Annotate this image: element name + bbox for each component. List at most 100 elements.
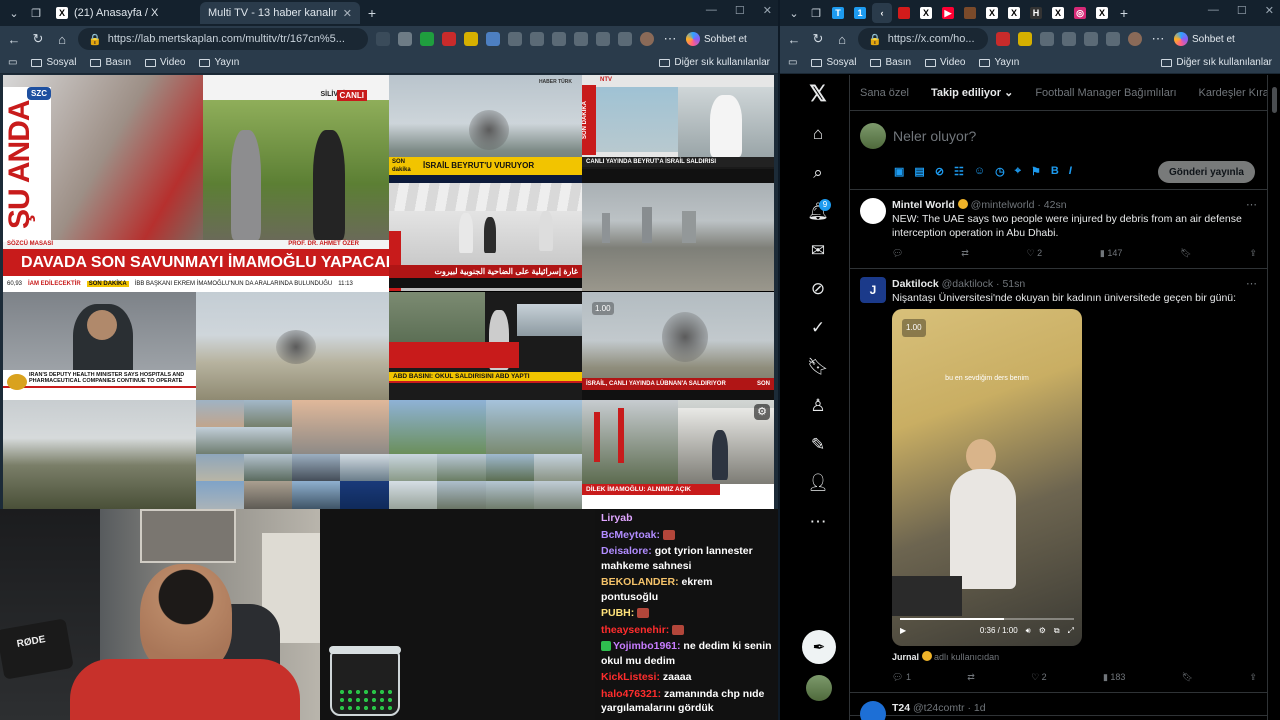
bookmark-folder[interactable]: Video [925,57,965,68]
tab[interactable]: X [1048,3,1068,23]
tweet[interactable]: T24 @t24comtr · 1d [850,693,1267,720]
tab[interactable] [960,3,980,23]
split-screen-icon[interactable] [1062,32,1076,46]
favorites-icon[interactable] [552,32,566,46]
author-handle[interactable]: @mintelworld [971,199,1035,211]
collections-icon[interactable] [1106,32,1120,46]
extension-icon[interactable] [508,32,522,46]
extension-icon[interactable] [398,32,412,46]
extension-icon[interactable] [1040,32,1054,46]
author-handle[interactable]: @daktilock [942,278,994,290]
search-icon[interactable]: ⌕ [807,162,829,184]
profile-icon[interactable]: 👤︎ [807,472,829,494]
extension-icon[interactable] [486,32,500,46]
more-options-icon[interactable]: ⋯ [807,511,829,533]
like-icon[interactable]: ♡ 2 [1027,246,1043,260]
tweet-time[interactable]: 42sn [1044,199,1067,211]
favorites-icon[interactable] [1084,32,1098,46]
reply-icon[interactable]: 💬︎ [892,246,903,260]
volume-icon[interactable]: 🔊︎ [1026,624,1031,638]
play-icon[interactable]: ▶ [900,624,906,638]
tab[interactable]: X [916,3,936,23]
tab[interactable] [894,3,914,23]
tab-actions-icon[interactable]: ⌄ [4,3,24,23]
tv-stream-haberturk[interactable]: HABER TÜRK SON dakika İSRAİL BEYRUT'U VU… [389,75,582,183]
messages-icon[interactable]: ✉ [807,240,829,262]
settings-gear-icon[interactable]: ⚙ [754,404,770,420]
copilot-button[interactable]: Sohbet et [686,32,747,46]
split-screen-icon[interactable] [530,32,544,46]
more-icon[interactable]: ⋯ [1150,31,1166,47]
close-window-icon[interactable]: ✕ [1265,4,1274,17]
retweet-icon[interactable]: ⇄ [967,670,975,684]
extension-icon[interactable] [442,32,456,46]
flag-icon[interactable]: ⚑ [1031,165,1041,178]
communities-icon[interactable]: ✓ [807,317,829,339]
chat-username[interactable]: halo476321: [601,688,661,700]
x-logo-icon[interactable]: 𝕏 [807,81,829,106]
tv-stream-beirut-wide[interactable] [196,292,389,400]
bookmark-folder[interactable]: Yayın [979,57,1019,68]
bookmarks-icon[interactable]: 🔖︎ [807,356,829,378]
more-icon[interactable]: ⋯ [662,31,678,47]
tab[interactable]: 1 [850,3,870,23]
tab[interactable]: X [1004,3,1024,23]
tab[interactable]: ▶ [938,3,958,23]
chat-username[interactable]: BcMeytoak: [601,529,660,541]
avatar[interactable] [860,701,886,720]
video-progress-bar[interactable] [900,618,1074,620]
other-bookmarks[interactable]: Diğer sık kullanılanlar [659,57,770,68]
tv-stream-lebanon[interactable]: 1.00 İSRAİL, CANLI YAYINDA LÜBNAN'A SALD… [582,292,774,400]
avatar[interactable] [860,198,886,224]
tab[interactable]: ◎ [1070,3,1090,23]
bold-icon[interactable]: B [1051,165,1059,178]
maximize-icon[interactable]: ☐ [735,4,745,17]
tv-stream-cam-mosaic-2[interactable] [389,400,582,509]
attribution-name[interactable]: Jurnal [892,652,919,662]
tweet-time[interactable]: 51sn [1002,278,1025,290]
tab-for-you[interactable]: Sana özel [860,87,909,99]
poll-icon[interactable]: ☷ [954,165,964,178]
tv-stream-cam-mosaic-1[interactable] [196,400,389,509]
extension-icon[interactable] [618,32,632,46]
chat-username[interactable]: theaysenehir: [601,624,669,636]
author-name[interactable]: Mintel World [892,199,955,211]
bookmark-folder[interactable]: Sosyal [31,57,76,68]
tab-list-kardesler[interactable]: Kardeşler Kıra [1199,87,1267,99]
tv-stream-aljazeera[interactable]: IRAN'S DEPUTY HEALTH MINISTER SAYS HOSPI… [3,292,196,400]
copilot-button[interactable]: Sohbet et [1174,32,1235,46]
other-bookmarks[interactable]: Diğer sık kullanılanlar [1161,57,1272,68]
minimize-icon[interactable]: — [1208,4,1219,17]
tab-list-football-manager[interactable]: Football Manager Bağımlıları [1035,87,1176,99]
bookmarks-menu-icon[interactable]: ▭ [8,57,17,68]
share-icon[interactable]: ⇪ [1249,246,1257,260]
tab[interactable]: X [982,3,1002,23]
pip-icon[interactable]: ⧉ [1054,624,1060,638]
more-icon[interactable]: ⋯ [1246,277,1257,290]
tv-stream-dilek[interactable]: ⚙ DİLEK İMAMOĞLU: ALNIMIZ AÇIK [582,400,774,509]
refresh-icon[interactable]: ↻ [30,31,46,47]
reply-icon[interactable]: 💬︎ 1 [892,670,911,684]
chat-username[interactable]: Deisalore: [601,545,652,557]
profile-avatar[interactable] [1128,32,1142,46]
fullscreen-icon[interactable]: ⤢ [1068,624,1074,638]
extension-icon[interactable] [376,32,390,46]
tv-stream-jerusalem[interactable] [3,400,196,509]
profile-avatar[interactable] [640,32,654,46]
tv-stream-cnn[interactable]: ABD BASINI: OKUL SALDIRISINI ABD YAPTI [389,292,582,400]
home-icon[interactable]: ⌂ [807,123,829,145]
extension-icon[interactable] [1018,32,1032,46]
tweet-video[interactable]: 1.00 bu en sevdiğim ders benim ▶ 0:36 / … [892,309,1082,646]
tab-x-active[interactable]: ‹ [872,3,892,23]
home-icon[interactable]: ⌂ [834,32,850,47]
author-handle[interactable]: @t24comtr [913,702,965,714]
more-icon[interactable]: ⋯ [1246,198,1257,211]
location-icon[interactable]: ⌖ [1015,165,1021,178]
author-name[interactable]: T24 [892,702,910,714]
gif-icon[interactable]: ▤ [914,165,924,178]
home-icon[interactable]: ⌂ [54,32,70,47]
bookmark-icon[interactable]: 🔖︎ [1180,246,1191,260]
new-tab-icon[interactable]: + [1114,3,1134,23]
tab-x-home[interactable]: X (21) Anasayfa / X [48,2,198,24]
bookmark-folder[interactable]: Basın [870,57,911,68]
